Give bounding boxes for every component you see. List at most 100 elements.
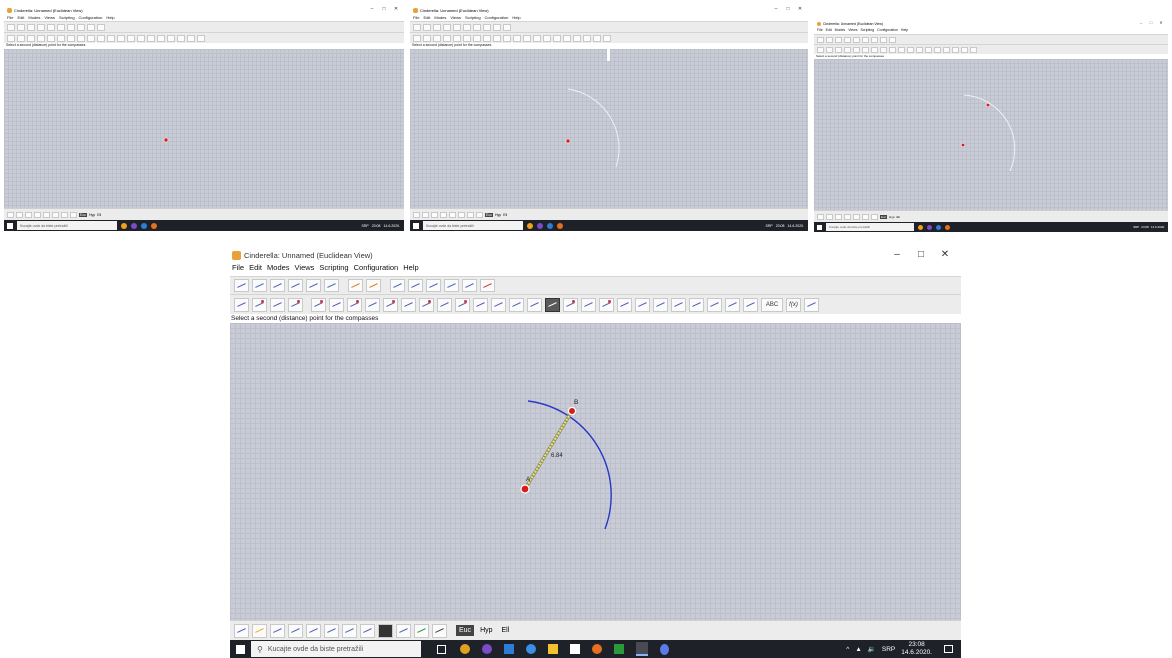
toolbar-button[interactable] [137, 34, 145, 42]
view-button-ell[interactable]: Ell [503, 213, 507, 217]
toolbar-button[interactable] [453, 34, 461, 42]
geometry-canvas[interactable]: A B 6.84 [230, 323, 961, 621]
maximize-button[interactable]: □ [909, 249, 933, 260]
menu-edit[interactable]: Edit [249, 263, 262, 275]
toolbar-button[interactable] [47, 23, 55, 31]
taskbar-app-icon[interactable] [141, 222, 147, 229]
point-b[interactable] [985, 102, 991, 108]
toolbar-button[interactable] [7, 23, 15, 31]
toolbar-button[interactable] [862, 213, 869, 220]
toolbar-button[interactable] [844, 36, 851, 43]
toolbar-button[interactable] [413, 34, 421, 42]
toolbar-button[interactable] [383, 297, 398, 312]
taskbar-app-icon[interactable] [527, 222, 533, 229]
toolbar-button[interactable] [943, 46, 950, 53]
toolbar-button[interactable] [653, 297, 668, 312]
toolbar-button[interactable] [593, 34, 601, 42]
volume-icon[interactable]: 🔉 [868, 645, 876, 653]
language-indicator[interactable]: SRP [1133, 225, 1139, 229]
toolbar-button[interactable] [463, 34, 471, 42]
toolbar-button[interactable] [67, 34, 75, 42]
toolbar-button[interactable] [871, 213, 878, 220]
toolbar-button[interactable] [419, 297, 434, 312]
grid-button[interactable] [378, 623, 393, 638]
toolbar-button[interactable] [491, 297, 506, 312]
add-circle-button[interactable] [288, 297, 303, 312]
toolbar-button[interactable] [147, 34, 155, 42]
app-icon-green[interactable] [614, 644, 624, 654]
toolbar-button[interactable] [880, 46, 887, 53]
geometry-canvas[interactable] [4, 49, 404, 209]
toolbar-button[interactable] [422, 211, 429, 218]
menu-file[interactable]: File [232, 263, 244, 275]
toolbar-button[interactable] [826, 213, 833, 220]
save-as-button[interactable] [288, 279, 303, 292]
toolbar-button[interactable] [449, 211, 456, 218]
close-button[interactable]: ✕ [794, 6, 806, 12]
toolbar-button[interactable] [934, 46, 941, 53]
toolbar-button[interactable] [817, 46, 824, 53]
toolbar-button[interactable] [413, 23, 421, 31]
toolbar-button[interactable] [443, 34, 451, 42]
menu-views[interactable]: Views [295, 263, 315, 275]
toolbar-button[interactable] [533, 34, 541, 42]
taskbar-app-icon[interactable] [547, 222, 553, 229]
toolbar-button[interactable] [77, 34, 85, 42]
app-icon-drop[interactable] [660, 643, 669, 655]
toolbar-button[interactable] [473, 34, 481, 42]
save-button[interactable] [270, 279, 285, 292]
toolbar-button[interactable] [57, 23, 65, 31]
toolbar-button[interactable] [689, 297, 704, 312]
compass-tool-button[interactable] [545, 297, 560, 312]
firefox-icon[interactable] [592, 644, 602, 654]
toolbar-button[interactable] [844, 213, 851, 220]
view-button-hyp[interactable]: Hyp [477, 625, 495, 636]
toolbar-button[interactable] [467, 211, 474, 218]
minimize-button[interactable]: – [770, 6, 782, 12]
view-button-euc[interactable]: Euc [456, 625, 475, 636]
toolbar-button[interactable] [7, 34, 15, 42]
toolbar-button[interactable] [898, 46, 905, 53]
language-indicator[interactable]: SRP [361, 224, 368, 228]
tray-chevron-icon[interactable]: ^ [846, 646, 849, 653]
move-mode-button[interactable] [234, 297, 249, 312]
toolbar-button[interactable] [707, 297, 722, 312]
toolbar-button[interactable] [252, 623, 267, 638]
toolbar-button[interactable] [880, 36, 887, 43]
toolbar-button[interactable] [583, 34, 591, 42]
toolbar-button[interactable] [97, 23, 105, 31]
toolbar-button[interactable] [437, 297, 452, 312]
edge-icon[interactable] [526, 644, 536, 654]
toolbar-button[interactable] [77, 23, 85, 31]
toolbar-button[interactable] [433, 34, 441, 42]
view-button-ell[interactable]: Ell [897, 215, 900, 219]
toolbar-button[interactable] [234, 623, 249, 638]
toolbar-button[interactable] [187, 34, 195, 42]
distance-segment[interactable] [524, 410, 573, 490]
toolbar-button[interactable] [197, 34, 205, 42]
maximize-button[interactable]: □ [378, 6, 390, 12]
toolbar-button[interactable] [127, 34, 135, 42]
taskbar-app-icon[interactable] [151, 222, 157, 229]
toolbar-button[interactable] [503, 23, 511, 31]
toolbar-button[interactable] [463, 23, 471, 31]
toolbar-button[interactable] [37, 23, 45, 31]
view-button-hyp[interactable]: Hyp [89, 213, 95, 217]
view-button-euc[interactable]: Euc [485, 212, 494, 217]
taskbar-app-icon[interactable] [918, 224, 923, 230]
toolbar-button[interactable] [52, 211, 59, 218]
toolbar-button[interactable] [365, 297, 380, 312]
redo-button[interactable] [366, 279, 381, 292]
view-button-ell[interactable]: Ell [499, 625, 513, 636]
toolbar-button[interactable] [70, 211, 77, 218]
toolbar-button[interactable] [107, 34, 115, 42]
cinderella-taskbar-icon[interactable] [636, 642, 648, 656]
language-indicator[interactable]: SRP [882, 646, 895, 653]
toolbar-button[interactable] [443, 23, 451, 31]
toolbar-button[interactable] [509, 297, 524, 312]
toolbar-button[interactable] [826, 36, 833, 43]
toolbar-button[interactable] [342, 623, 357, 638]
toolbar-button[interactable] [563, 34, 571, 42]
toolbar-button[interactable] [513, 34, 521, 42]
taskbar-search[interactable]: Kucajte ovde da biste pretražili [826, 223, 914, 231]
